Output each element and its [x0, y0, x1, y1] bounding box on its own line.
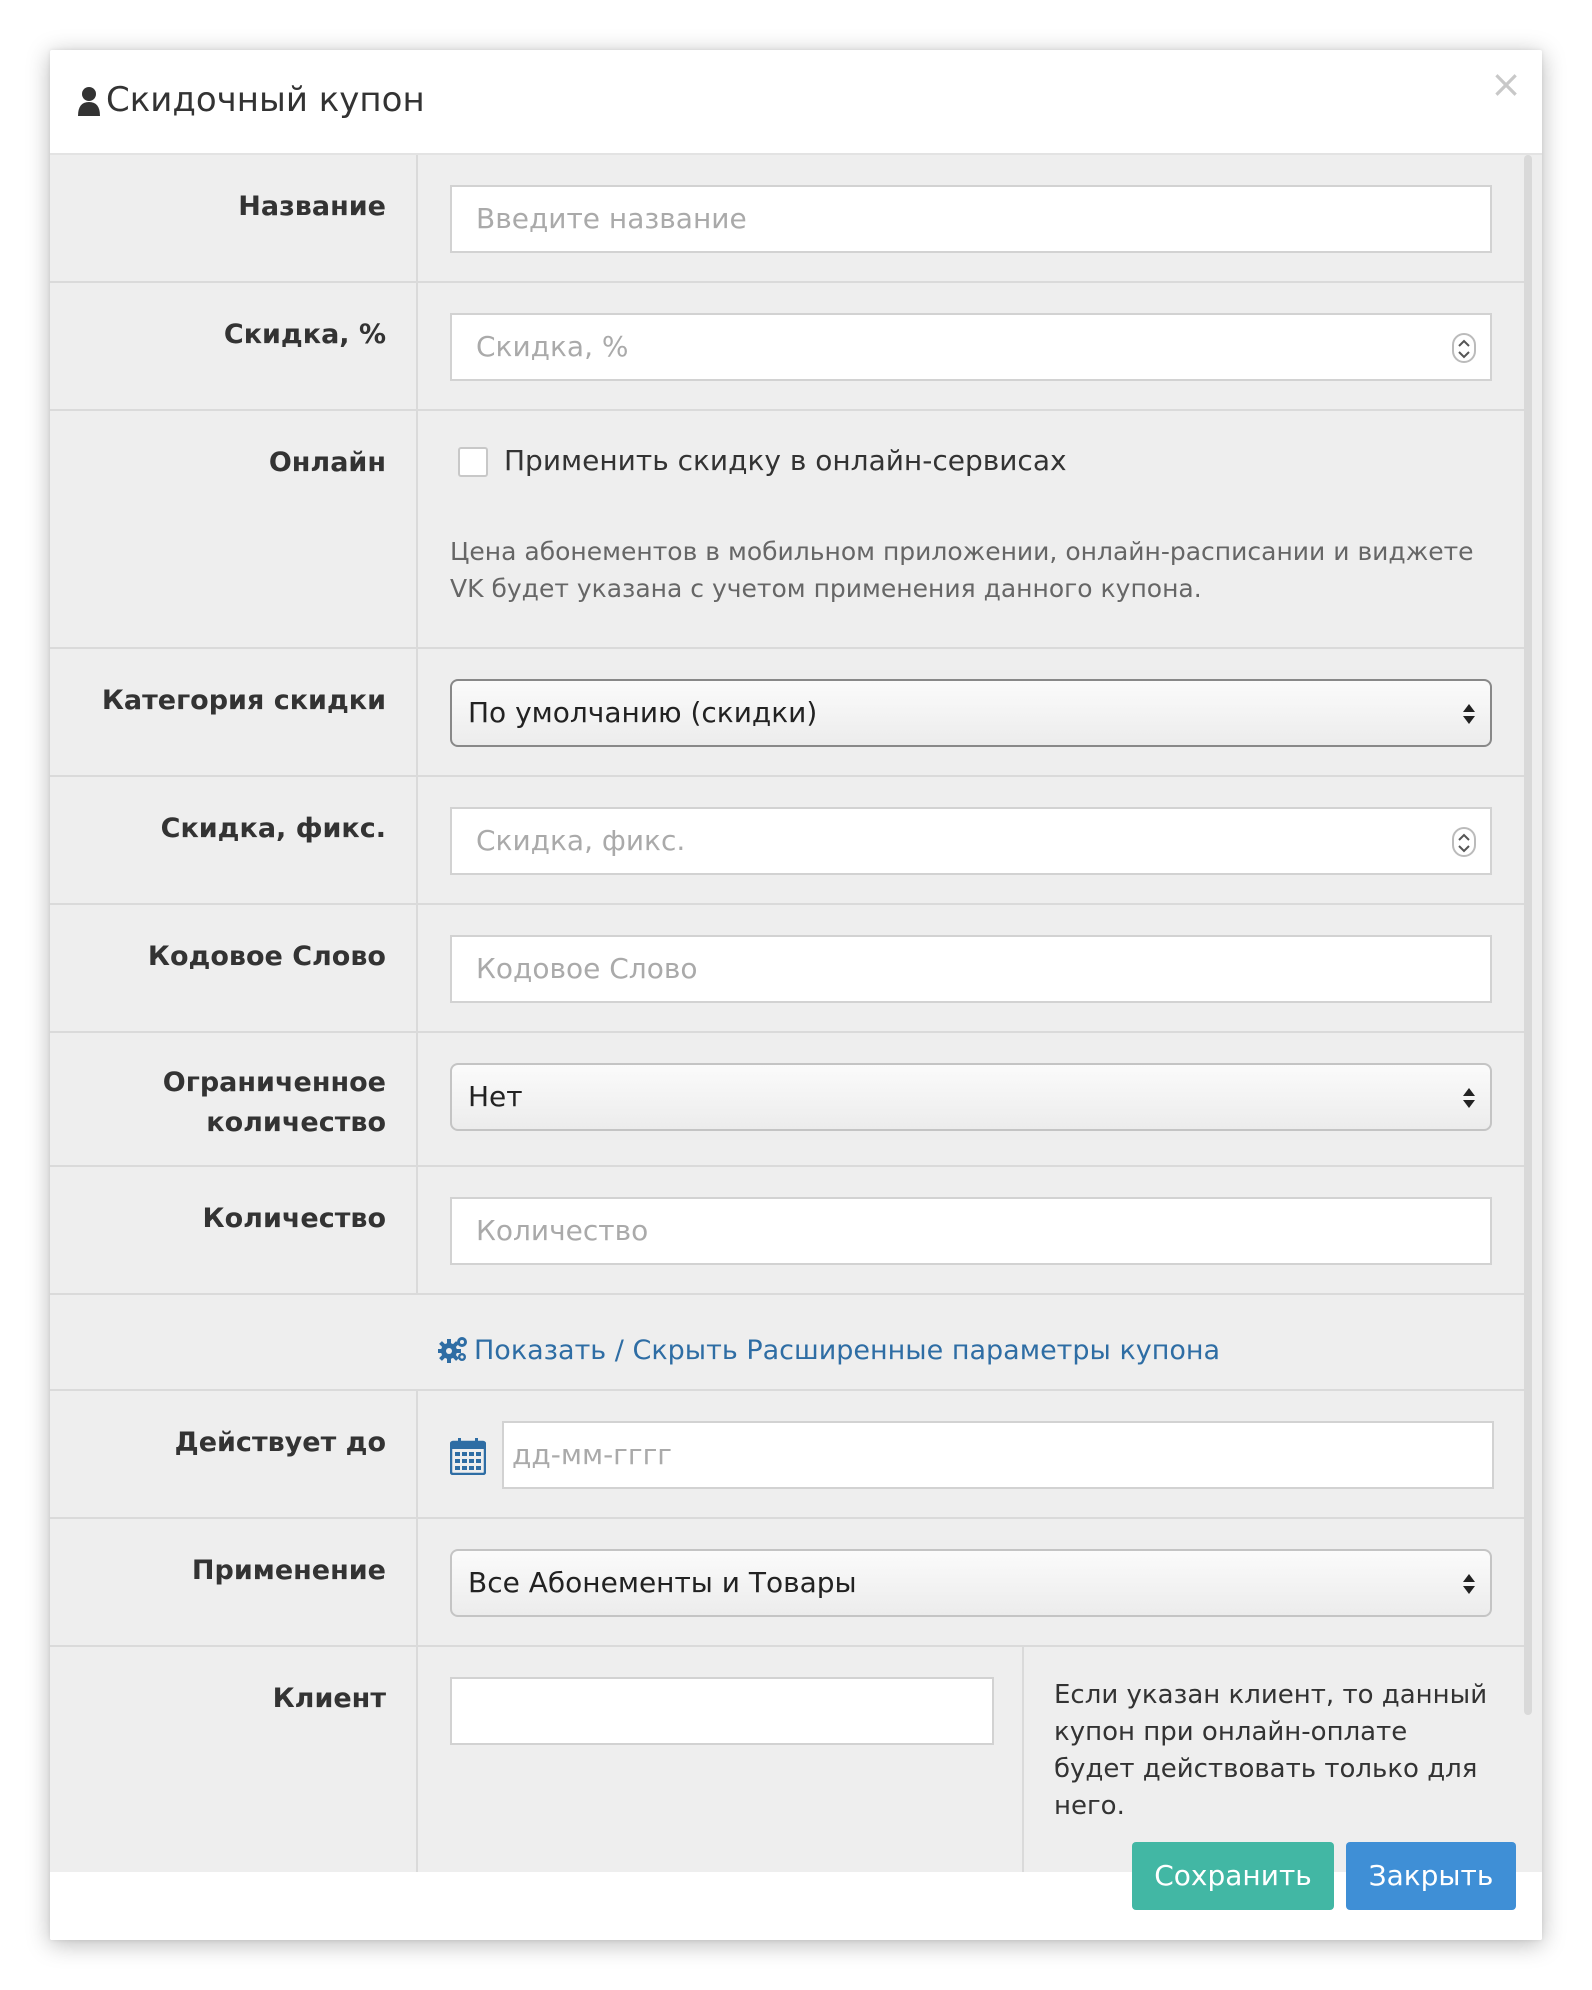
- gears-icon: [438, 1337, 467, 1363]
- close-button[interactable]: Закрыть: [1346, 1842, 1516, 1910]
- online-checkbox[interactable]: [458, 447, 488, 477]
- modal-title: Скидочный купон: [106, 80, 425, 120]
- name-input[interactable]: Введите название: [450, 185, 1492, 253]
- row-codeword: Кодовое Слово Кодовое Слово: [50, 905, 1524, 1033]
- online-checkbox-label[interactable]: Применить скидку в онлайн-сервисах: [504, 441, 1067, 481]
- online-help-text: Цена абонементов в мобильном приложении,…: [450, 537, 1474, 603]
- category-label: Категория скидки: [101, 685, 386, 716]
- row-name: Название Введите название: [50, 155, 1524, 283]
- row-discount-fixed: Скидка, фикс. Скидка, фикс.: [50, 777, 1524, 905]
- quantity-label: Количество: [202, 1203, 386, 1234]
- row-category: Категория скидки По умолчанию (скидки): [50, 649, 1524, 777]
- limited-label: Ограниченное количество: [163, 1063, 386, 1143]
- valid-until-input[interactable]: дд-мм-гггг: [502, 1421, 1494, 1489]
- modal-footer: Сохранить Закрыть: [50, 1842, 1542, 1940]
- client-help-text: Если указан клиент, то данный купон при …: [1054, 1680, 1488, 1821]
- codeword-input[interactable]: Кодовое Слово: [450, 935, 1492, 1003]
- limited-label-line1: Ограниченное: [162, 1067, 386, 1098]
- valid-until-label: Действует до: [174, 1427, 386, 1458]
- discount-percent-placeholder: Скидка, %: [476, 330, 629, 363]
- advanced-link-text[interactable]: Показать / Скрыть Расширенные параметры …: [474, 1335, 1220, 1366]
- discount-fixed-input[interactable]: Скидка, фикс.: [450, 807, 1492, 875]
- client-label: Клиент: [272, 1683, 386, 1714]
- client-divider: [1022, 1647, 1024, 1872]
- save-button[interactable]: Сохранить: [1132, 1842, 1334, 1910]
- select-arrows-icon: [1463, 1574, 1475, 1594]
- name-label: Название: [238, 191, 386, 222]
- row-discount-percent: Скидка, % Скидка, %: [50, 283, 1524, 411]
- discount-fixed-placeholder: Скидка, фикс.: [476, 824, 686, 857]
- codeword-label: Кодовое Слово: [147, 941, 386, 972]
- online-label: Онлайн: [268, 447, 386, 478]
- row-client: Клиент Если указан клиент, то данный куп…: [50, 1647, 1524, 1872]
- quantity-input[interactable]: Количество: [450, 1197, 1492, 1265]
- modal-header: Скидочный купон ×: [50, 50, 1542, 155]
- discount-percent-label: Скидка, %: [223, 319, 386, 350]
- row-valid-until: Действует до дд-мм-гггг: [50, 1391, 1524, 1519]
- application-select[interactable]: Все Абонементы и Товары: [450, 1549, 1492, 1617]
- row-quantity: Количество Количество: [50, 1167, 1524, 1295]
- limited-value: Нет: [468, 1080, 523, 1113]
- category-select[interactable]: По умолчанию (скидки): [450, 679, 1492, 747]
- select-arrows-icon: [1463, 1088, 1475, 1108]
- limited-select[interactable]: Нет: [450, 1063, 1492, 1131]
- application-label: Применение: [191, 1555, 386, 1586]
- discount-percent-input[interactable]: Скидка, %: [450, 313, 1492, 381]
- user-icon: [78, 87, 100, 116]
- row-online: Онлайн Применить скидку в онлайн-сервиса…: [50, 411, 1524, 649]
- row-application: Применение Все Абонементы и Товары: [50, 1519, 1524, 1647]
- select-arrows-icon: [1463, 704, 1475, 724]
- category-value: По умолчанию (скидки): [468, 696, 818, 729]
- row-limited: Ограниченное количество Нет: [50, 1033, 1524, 1167]
- discount-fixed-label: Скидка, фикс.: [160, 813, 386, 844]
- limited-label-line2: количество: [206, 1107, 386, 1138]
- number-stepper-icon[interactable]: [1452, 827, 1476, 857]
- modal-body: Название Введите название Скидка, % Скид…: [50, 155, 1542, 1872]
- coupon-modal: Скидочный купон × Название Введите назва…: [50, 50, 1542, 1940]
- advanced-toggle-link[interactable]: Показать / Скрыть Расширенные параметры …: [438, 1331, 1220, 1371]
- client-input[interactable]: [450, 1677, 994, 1745]
- application-value: Все Абонементы и Товары: [468, 1566, 857, 1599]
- row-advanced: Показать / Скрыть Расширенные параметры …: [50, 1295, 1524, 1391]
- scrollbar[interactable]: [1524, 155, 1532, 1715]
- calendar-icon[interactable]: [450, 1437, 486, 1475]
- close-icon[interactable]: ×: [1490, 60, 1522, 108]
- number-stepper-icon[interactable]: [1452, 333, 1476, 363]
